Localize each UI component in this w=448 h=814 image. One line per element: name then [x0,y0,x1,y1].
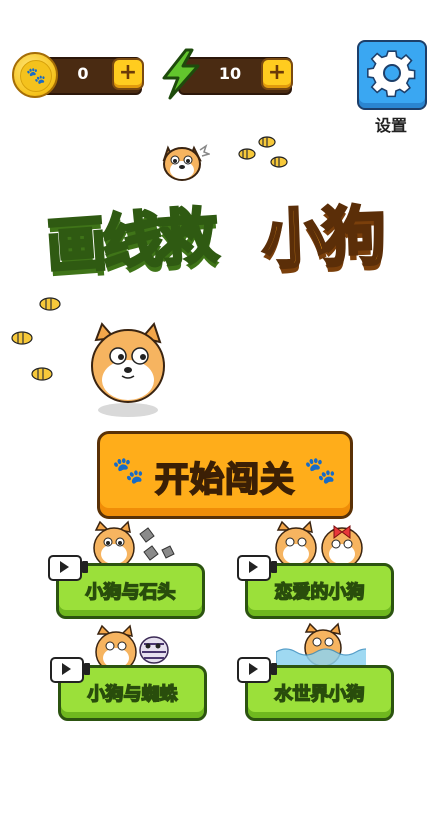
title-part-green: 画线救 [43,200,218,285]
mode-label: 小狗与石头 [85,581,177,604]
bee-swarm-icon [238,136,288,168]
paw-icon: 🐾 [304,456,337,486]
video-ad-icon [48,555,88,581]
dog-character-icon [91,322,165,417]
video-ad-icon [237,657,277,683]
video-ad-icon [237,555,277,581]
video-ad-icon [50,657,90,683]
gear-icon [367,50,416,98]
bee-group-icon [11,297,61,381]
game-title: 画线救 小狗 [40,175,410,285]
status-bar-fragment [180,0,440,8]
mode-label: 水世界小狗 [274,683,366,706]
title-part-orange: 小狗 [259,198,385,279]
dog-couple-icon [275,520,363,564]
coin-value: 0 [77,64,89,83]
lightning-icon [162,48,200,100]
add-coins-button[interactable]: + [112,58,144,90]
start-game-button[interactable]: 🐾 开始闯关 🐾 [97,431,353,519]
coin-icon: 🐾 [12,52,58,98]
energy-value: 10 [218,64,242,83]
dog-in-water-icon [276,622,366,666]
dog-with-rocks-icon [93,520,175,564]
add-energy-button[interactable]: + [261,58,293,90]
mode-label: 恋爱的小狗 [274,581,366,604]
settings-label: 设置 [374,116,407,135]
mode-label: 小狗与蜘蛛 [87,683,179,706]
dog-with-spider-icon [95,624,169,668]
settings-button[interactable] [357,40,427,110]
